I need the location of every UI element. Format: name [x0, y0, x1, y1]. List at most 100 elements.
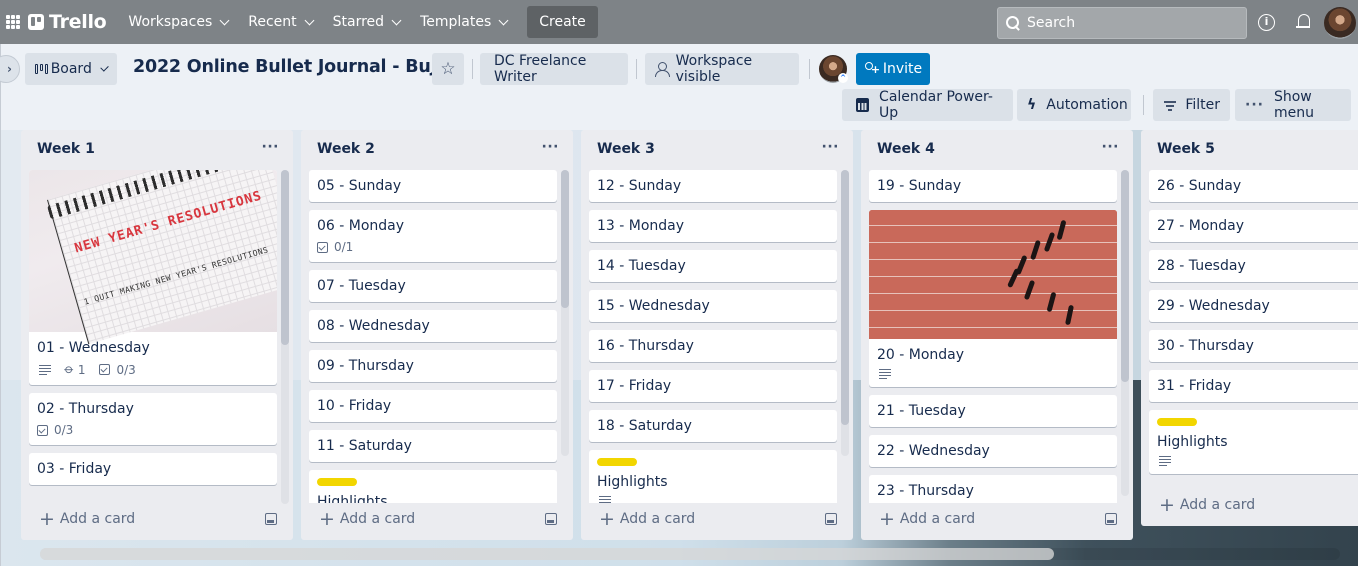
show-menu-button[interactable]: ··· Show menu — [1235, 89, 1351, 121]
card[interactable]: 31 - Friday — [1149, 370, 1358, 402]
card[interactable]: 22 - Wednesday — [869, 435, 1117, 467]
filter-button[interactable]: Filter — [1153, 89, 1230, 121]
card-label-yellow[interactable] — [317, 478, 357, 486]
card[interactable]: 19 - Sunday — [869, 170, 1117, 202]
account-avatar[interactable] — [1324, 7, 1356, 39]
card[interactable]: NEW YEAR'S RESOLUTIONS 1 QUIT MAKING NEW… — [29, 170, 277, 385]
card[interactable]: 15 - Wednesday — [589, 290, 837, 322]
card-label-yellow[interactable] — [1157, 418, 1197, 426]
list-scrollbar[interactable] — [281, 170, 289, 504]
list-scrollbar[interactable] — [1121, 170, 1129, 496]
list-header[interactable]: Week 1 ··· — [21, 130, 293, 170]
card[interactable]: 12 - Sunday — [589, 170, 837, 202]
card-title: 26 - Sunday — [1157, 178, 1242, 194]
card-badges: ⌀ 1 0/3 — [29, 361, 277, 385]
create-button[interactable]: Create — [527, 6, 598, 38]
list-menu-icon[interactable]: ··· — [1102, 139, 1119, 155]
list-cards: 05 - Sunday 06 - Monday 0/1 07 - Tuesday… — [309, 170, 557, 503]
card[interactable]: Highlights — [589, 450, 837, 503]
header-divider — [636, 59, 637, 79]
card[interactable]: 29 - Wednesday — [1149, 290, 1358, 322]
create-from-template-icon[interactable] — [545, 513, 557, 525]
card[interactable]: 03 - Friday — [29, 453, 277, 485]
card[interactable]: 06 - Monday 0/1 — [309, 210, 557, 262]
card[interactable]: 05 - Sunday — [309, 170, 557, 202]
list-title[interactable]: Week 5 — [1157, 141, 1215, 157]
board-horizontal-scrollbar[interactable] — [40, 548, 1340, 560]
visibility-button[interactable]: Workspace visible — [645, 53, 799, 85]
card[interactable]: 08 - Wednesday — [309, 310, 557, 342]
list-menu-icon[interactable]: ··· — [822, 139, 839, 155]
nav-starred-menu[interactable]: Starred — [325, 6, 408, 38]
create-from-template-icon[interactable] — [1105, 513, 1117, 525]
card[interactable]: 10 - Friday — [309, 390, 557, 422]
nav-workspaces-menu[interactable]: Workspaces — [120, 6, 236, 38]
add-card-button[interactable]: + Add a card — [1149, 491, 1358, 519]
notifications-bell-icon[interactable] — [1296, 13, 1310, 31]
calendar-power-up-button[interactable]: Calendar Power-Up — [842, 89, 1013, 121]
chevron-down-icon — [304, 15, 315, 25]
list-menu-icon[interactable]: ··· — [542, 139, 559, 155]
list-cards: 12 - Sunday 13 - Monday 14 - Tuesday 15 … — [589, 170, 837, 503]
card[interactable]: Highlights — [309, 470, 557, 503]
card[interactable]: 13 - Monday — [589, 210, 837, 242]
card[interactable]: 28 - Tuesday — [1149, 250, 1358, 282]
card[interactable]: 23 - Thursday — [869, 475, 1117, 503]
add-card-button[interactable]: + Add a card — [589, 505, 809, 533]
add-card-label: Add a card — [1179, 497, 1256, 513]
list-header[interactable]: Week 5 — [1141, 130, 1358, 170]
card[interactable]: 02 - Thursday 0/3 — [29, 393, 277, 445]
card-title: 02 - Thursday — [37, 401, 134, 417]
workspace-button[interactable]: DC Freelance Writer — [480, 53, 628, 85]
list-scrollbar-thumb[interactable] — [561, 170, 569, 308]
add-card-label: Add a card — [59, 511, 136, 527]
automation-button[interactable]: ϟ Automation — [1017, 89, 1131, 121]
card[interactable]: 26 - Sunday — [1149, 170, 1358, 202]
card[interactable]: 09 - Thursday — [309, 350, 557, 382]
add-card-label: Add a card — [899, 511, 976, 527]
card[interactable]: 16 - Thursday — [589, 330, 837, 362]
card[interactable]: 11 - Saturday — [309, 430, 557, 462]
add-card-button[interactable]: + Add a card — [309, 505, 529, 533]
card[interactable]: 18 - Saturday — [589, 410, 837, 442]
list-title[interactable]: Week 1 — [37, 141, 95, 157]
card[interactable]: 20 - Monday — [869, 210, 1117, 387]
card-label-yellow[interactable] — [597, 458, 637, 466]
add-card-button[interactable]: + Add a card — [29, 505, 249, 533]
card-title: 13 - Monday — [597, 218, 685, 234]
search-input[interactable]: Search — [997, 7, 1247, 39]
invite-button[interactable]: Invite — [856, 53, 930, 85]
info-icon[interactable]: i — [1258, 14, 1275, 31]
trello-logo[interactable]: Trello — [28, 11, 107, 33]
list-scrollbar[interactable] — [561, 170, 569, 456]
card[interactable]: 17 - Friday — [589, 370, 837, 402]
list-title[interactable]: Week 4 — [877, 141, 935, 157]
list-title[interactable]: Week 3 — [597, 141, 655, 157]
list-scrollbar-thumb[interactable] — [1121, 170, 1129, 382]
list-scrollbar-thumb[interactable] — [281, 170, 289, 345]
create-from-template-icon[interactable] — [825, 513, 837, 525]
board-title[interactable]: 2022 Online Bullet Journal - BuJo — [133, 57, 449, 77]
board-view-switcher[interactable]: Board — [25, 53, 117, 85]
nav-templates-menu[interactable]: Templates — [412, 6, 515, 38]
list-scrollbar[interactable] — [841, 170, 849, 456]
list-week-5: Week 5 26 - Sunday 27 - Monday 28 - Tues… — [1141, 130, 1358, 526]
list-title[interactable]: Week 2 — [317, 141, 375, 157]
card[interactable]: 21 - Tuesday — [869, 395, 1117, 427]
create-from-template-icon[interactable] — [265, 513, 277, 525]
star-board-button[interactable]: ☆ — [432, 53, 464, 85]
card[interactable]: 30 - Thursday — [1149, 330, 1358, 362]
list-scrollbar-thumb[interactable] — [841, 170, 849, 425]
list-header[interactable]: Week 4 ··· — [861, 130, 1133, 170]
list-header[interactable]: Week 2 ··· — [301, 130, 573, 170]
card[interactable]: 27 - Monday — [1149, 210, 1358, 242]
board-scrollbar-thumb[interactable] — [40, 548, 1054, 560]
add-card-button[interactable]: + Add a card — [869, 505, 1089, 533]
card[interactable]: Highlights — [1149, 410, 1358, 474]
card[interactable]: 07 - Tuesday — [309, 270, 557, 302]
app-switcher-icon[interactable] — [6, 15, 20, 29]
list-header[interactable]: Week 3 ··· — [581, 130, 853, 170]
nav-recent-menu[interactable]: Recent — [240, 6, 320, 38]
list-menu-icon[interactable]: ··· — [262, 139, 279, 155]
card[interactable]: 14 - Tuesday — [589, 250, 837, 282]
